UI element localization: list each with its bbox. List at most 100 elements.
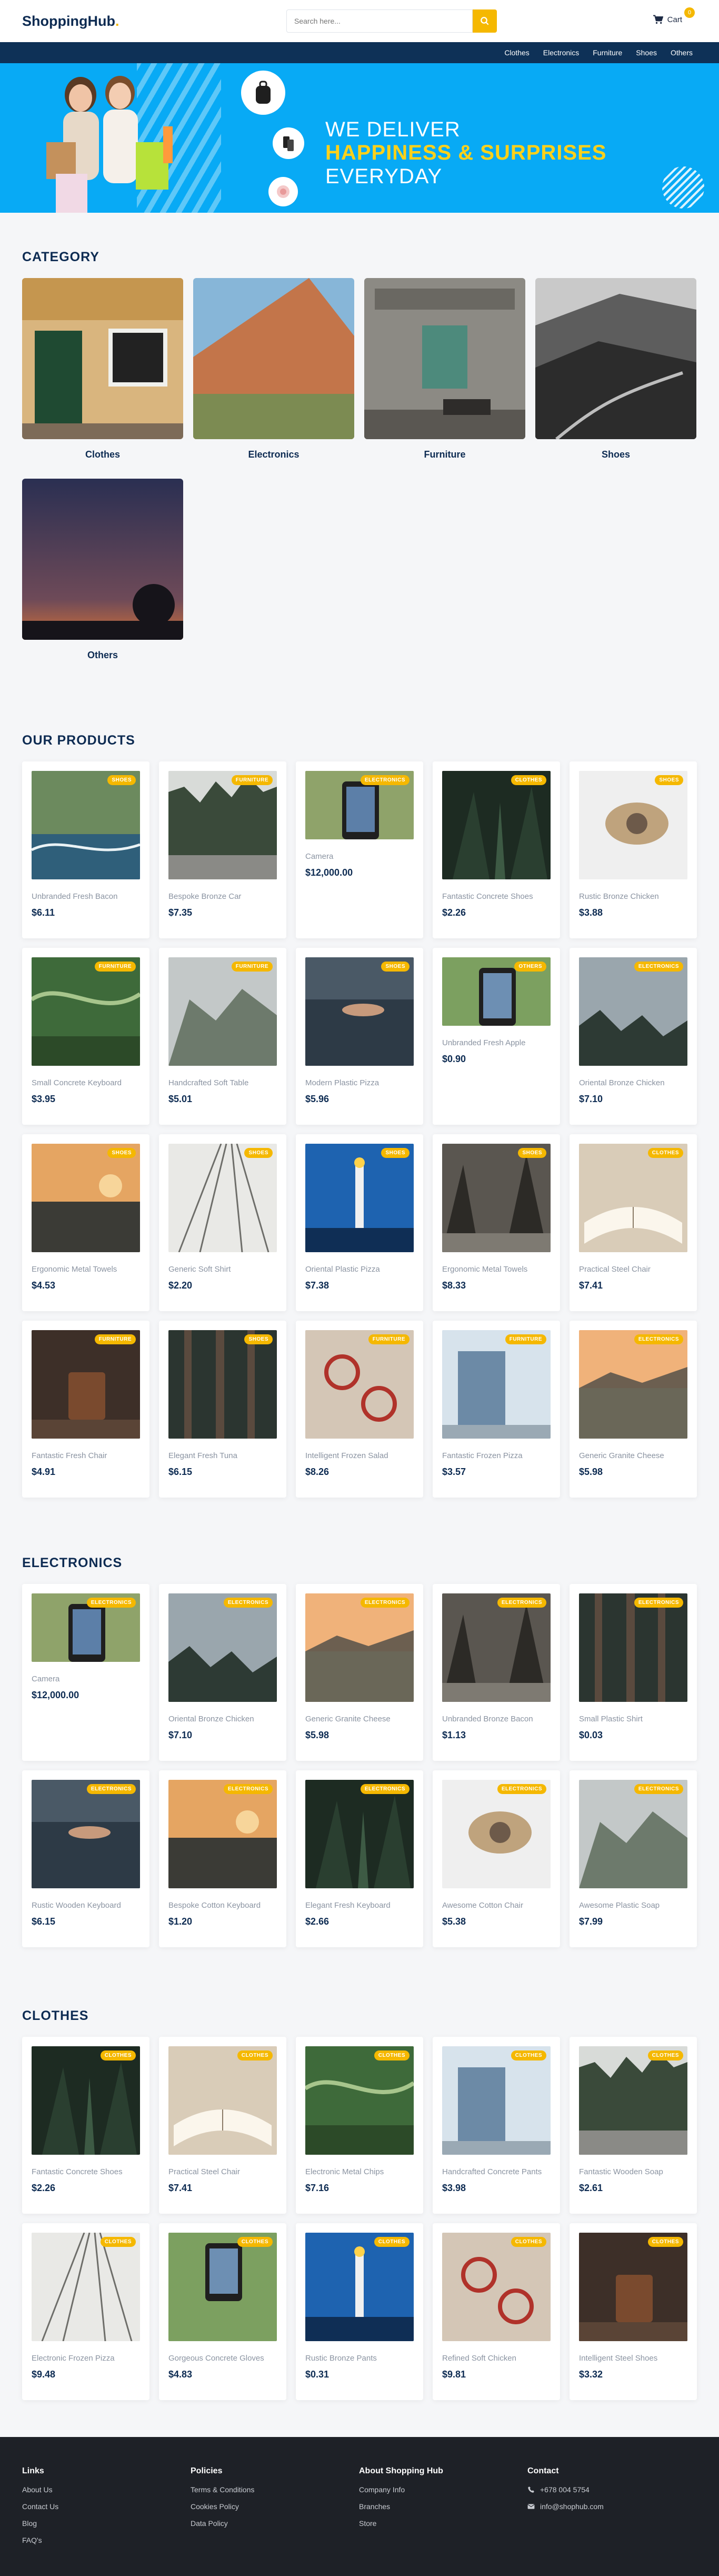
product-card[interactable]: CLOTHES Practical Steel Chair $7.41 <box>570 1134 697 1311</box>
category-card-furniture[interactable]: Furniture <box>364 278 525 460</box>
product-card[interactable]: FURNITURE Intelligent Frozen Salad $8.26 <box>296 1321 423 1498</box>
product-card[interactable]: SHOES Rustic Bronze Chicken $3.88 <box>570 761 697 938</box>
product-card[interactable]: CLOTHES Handcrafted Concrete Pants $3.98 <box>433 2037 560 2214</box>
product-name: Unbranded Fresh Bacon <box>32 892 118 901</box>
product-card[interactable]: SHOES Elegant Fresh Tuna $6.15 <box>159 1321 286 1498</box>
product-card[interactable]: CLOTHES Electronic Metal Chips $7.16 <box>296 2037 423 2214</box>
footer-link-cookies[interactable]: Cookies Policy <box>191 2502 254 2511</box>
nav-electronics[interactable]: Electronics <box>543 48 579 57</box>
footer-link-blog[interactable]: Blog <box>22 2519 58 2528</box>
product-card[interactable]: ELECTRONICS Camera $12,000.00 <box>22 1584 149 1761</box>
product-name: Bespoke Cotton Keyboard <box>168 1901 261 1910</box>
product-card[interactable]: ELECTRONICS Elegant Fresh Keyboard $2.66 <box>296 1770 423 1947</box>
product-card[interactable]: CLOTHES Gorgeous Concrete Gloves $4.83 <box>159 2223 286 2400</box>
product-card[interactable]: ELECTRONICS Small Plastic Shirt $0.03 <box>570 1584 697 1761</box>
cart-link[interactable]: Cart 0 <box>653 7 695 24</box>
nav-shoes[interactable]: Shoes <box>636 48 657 57</box>
product-name: Electronic Frozen Pizza <box>32 2354 115 2363</box>
category-tag: CLOTHES <box>100 2237 136 2247</box>
product-card[interactable]: FURNITURE Fantastic Frozen Pizza $3.57 <box>433 1321 560 1498</box>
product-card[interactable]: CLOTHES Fantastic Concrete Shoes $2.26 <box>22 2037 149 2214</box>
category-tag: ELECTRONICS <box>634 1334 683 1344</box>
product-card[interactable]: FURNITURE Bespoke Bronze Car $7.35 <box>159 761 286 938</box>
product-image: CLOTHES <box>579 1144 687 1252</box>
footer-link-store[interactable]: Store <box>359 2519 443 2528</box>
footer-contact-title: Contact <box>527 2466 559 2475</box>
product-card[interactable]: ELECTRONICS Rustic Wooden Keyboard $6.15 <box>22 1770 149 1947</box>
category-image-furniture <box>364 278 525 439</box>
footer-policies-title: Policies <box>191 2466 223 2475</box>
product-name: Oriental Bronze Chicken <box>579 1078 665 1087</box>
footer-link-contact[interactable]: Contact Us <box>22 2502 58 2511</box>
product-card[interactable]: CLOTHES Fantastic Concrete Shoes $2.26 <box>433 761 560 938</box>
nav-others[interactable]: Others <box>671 48 693 57</box>
product-card[interactable]: SHOES Modern Plastic Pizza $5.96 <box>296 948 423 1125</box>
product-image: SHOES <box>442 1144 551 1252</box>
product-card[interactable]: ELECTRONICS Awesome Plastic Soap $7.99 <box>570 1770 697 1947</box>
product-card[interactable]: FURNITURE Handcrafted Soft Table $5.01 <box>159 948 286 1125</box>
category-tag: SHOES <box>655 775 683 785</box>
product-price: $7.10 <box>168 1730 193 1740</box>
product-name: Refined Soft Chicken <box>442 2354 516 2363</box>
product-card[interactable]: SHOES Unbranded Fresh Bacon $6.11 <box>22 761 149 938</box>
footer-link-branches[interactable]: Branches <box>359 2502 443 2511</box>
product-card[interactable]: FURNITURE Small Concrete Keyboard $3.95 <box>22 948 149 1125</box>
product-name: Fantastic Wooden Soap <box>579 2167 663 2176</box>
category-card-others[interactable]: Others <box>22 479 183 661</box>
product-card[interactable]: CLOTHES Refined Soft Chicken $9.81 <box>433 2223 560 2400</box>
category-card-shoes[interactable]: Shoes <box>535 278 696 460</box>
footer-link-terms[interactable]: Terms & Conditions <box>191 2485 254 2494</box>
category-card-clothes[interactable]: Clothes <box>22 278 183 460</box>
product-card[interactable]: ELECTRONICS Oriental Bronze Chicken $7.10 <box>570 948 697 1125</box>
product-card[interactable]: SHOES Ergonomic Metal Towels $4.53 <box>22 1134 149 1311</box>
product-image: ELECTRONICS <box>32 1780 140 1888</box>
site-footer: Links About Us Contact Us Blog FAQ's Pol… <box>0 2437 719 2576</box>
footer-contact: Contact +678 004 5754 info@shophub.com <box>527 2466 604 2519</box>
product-card[interactable]: SHOES Oriental Plastic Pizza $7.38 <box>296 1134 423 1311</box>
product-card[interactable]: ELECTRONICS Generic Granite Cheese $5.98 <box>296 1584 423 1761</box>
product-card[interactable]: ELECTRONICS Unbranded Bronze Bacon $1.13 <box>433 1584 560 1761</box>
product-card[interactable]: CLOTHES Rustic Bronze Pants $0.31 <box>296 2223 423 2400</box>
product-image: CLOTHES <box>579 2046 687 2155</box>
product-card[interactable]: ELECTRONICS Camera $12,000.00 <box>296 761 423 938</box>
footer-email[interactable]: info@shophub.com <box>527 2502 604 2511</box>
product-name: Unbranded Fresh Apple <box>442 1038 526 1047</box>
product-price: $8.33 <box>442 1280 466 1291</box>
product-card[interactable]: ELECTRONICS Bespoke Cotton Keyboard $1.20 <box>159 1770 286 1947</box>
product-card[interactable]: ELECTRONICS Generic Granite Cheese $5.98 <box>570 1321 697 1498</box>
product-card[interactable]: CLOTHES Practical Steel Chair $7.41 <box>159 2037 286 2214</box>
category-card-electronics[interactable]: Electronics <box>193 278 354 460</box>
product-card[interactable]: CLOTHES Intelligent Steel Shoes $3.32 <box>570 2223 697 2400</box>
product-price: $2.66 <box>305 1916 329 1927</box>
product-name: Awesome Cotton Chair <box>442 1901 523 1910</box>
product-image: CLOTHES <box>442 771 551 879</box>
product-card[interactable]: SHOES Ergonomic Metal Towels $8.33 <box>433 1134 560 1311</box>
product-image: SHOES <box>579 771 687 879</box>
nav-furniture[interactable]: Furniture <box>593 48 622 57</box>
footer-link-company-info[interactable]: Company Info <box>359 2485 443 2494</box>
product-card[interactable]: CLOTHES Fantastic Wooden Soap $2.61 <box>570 2037 697 2214</box>
product-card[interactable]: CLOTHES Electronic Frozen Pizza $9.48 <box>22 2223 149 2400</box>
product-image: ELECTRONICS <box>305 1780 414 1888</box>
category-name: Electronics <box>248 449 299 460</box>
product-card[interactable]: OTHERS Unbranded Fresh Apple $0.90 <box>433 948 560 1125</box>
category-tag: CLOTHES <box>511 775 546 785</box>
footer-link-about[interactable]: About Us <box>22 2485 58 2494</box>
category-title: CATEGORY <box>22 250 99 264</box>
footer-policies: Policies Terms & Conditions Cookies Poli… <box>191 2466 254 2536</box>
product-card[interactable]: FURNITURE Fantastic Fresh Chair $4.91 <box>22 1321 149 1498</box>
product-card[interactable]: ELECTRONICS Oriental Bronze Chicken $7.10 <box>159 1584 286 1761</box>
footer-phone[interactable]: +678 004 5754 <box>527 2485 604 2494</box>
product-name: Electronic Metal Chips <box>305 2167 384 2176</box>
cart-label: Cart <box>667 15 682 24</box>
footer-link-data-policy[interactable]: Data Policy <box>191 2519 254 2528</box>
search-input[interactable] <box>286 9 473 33</box>
category-tag: CLOTHES <box>647 2050 683 2060</box>
search-button[interactable] <box>473 9 497 33</box>
nav-clothes[interactable]: Clothes <box>504 48 529 57</box>
product-card[interactable]: ELECTRONICS Awesome Cotton Chair $5.38 <box>433 1770 560 1947</box>
product-card[interactable]: SHOES Generic Soft Shirt $2.20 <box>159 1134 286 1311</box>
category-tag: ELECTRONICS <box>223 1784 273 1794</box>
footer-link-faqs[interactable]: FAQ's <box>22 2536 58 2544</box>
site-logo[interactable]: ShoppingHub. <box>22 13 119 29</box>
